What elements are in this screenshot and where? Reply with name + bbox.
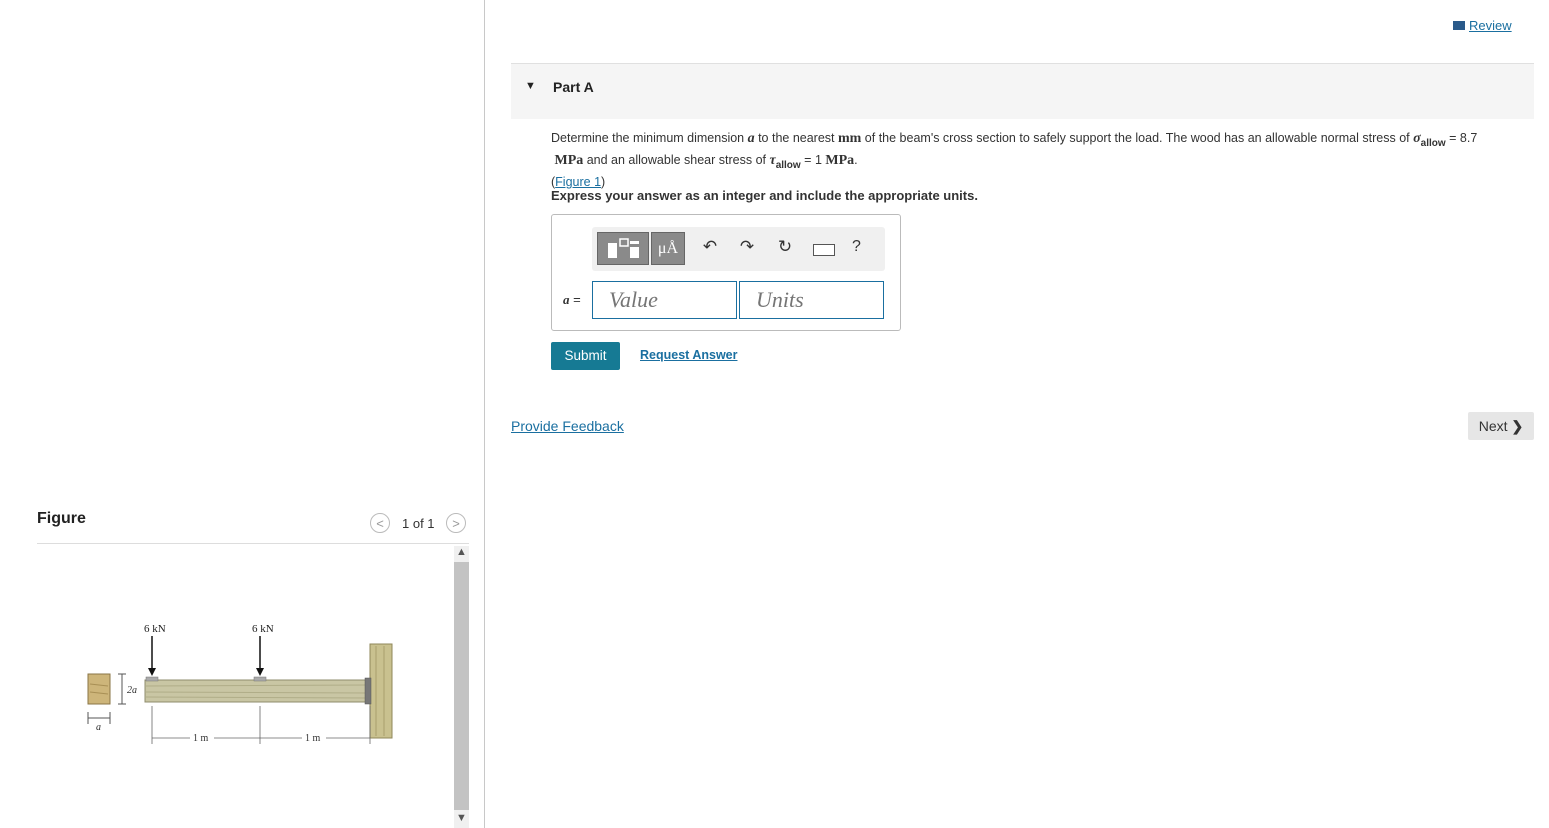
part-title: Part A [553,79,594,95]
figure-divider [37,543,469,544]
equals-sign: = [569,292,581,307]
span-1-label: 1 m [193,733,209,744]
chevron-right-icon: ❯ [1511,418,1524,434]
beam [144,679,371,703]
variable-a: a [747,131,755,146]
question-fragment: and an allowable shear stress of [583,153,770,167]
units-input[interactable] [739,281,884,319]
next-label: Next [1478,418,1508,434]
help-button[interactable]: ? [852,238,861,256]
figure-heading: Figure [37,510,86,527]
load-1-label: 6 kN [144,623,166,635]
answer-variable-label: a = [563,292,581,308]
question-text: Determine the minimum dimension a to the… [551,130,1531,190]
unit-mpa: MPa [825,153,855,168]
part-header[interactable] [511,64,1534,119]
width-label: a [96,722,101,733]
provide-feedback-link[interactable]: Provide Feedback [511,418,624,434]
figure-prev-button[interactable]: < [370,513,390,533]
unit-mpa: MPa [554,153,584,168]
question-fragment: to the nearest [754,131,838,145]
beam-figure: 2a a 6 kN 6 kN 1 m 1 m [87,623,393,744]
allow-subscript: allow [1420,138,1446,149]
figure-next-button[interactable]: > [446,513,466,533]
templates-button[interactable] [597,232,649,265]
question-fragment: . [854,153,858,167]
span-2-label: 1 m [305,733,321,744]
tau-value: = 1 [800,153,826,167]
figure-scrollbar-thumb[interactable] [454,562,469,810]
wall [369,643,393,739]
question-fragment: Determine the minimum dimension [551,131,748,145]
redo-icon[interactable]: ↷ [735,237,759,257]
figure-link[interactable]: Figure 1 [555,175,601,189]
scroll-down-arrow-icon[interactable]: ▼ [454,812,469,826]
request-answer-link[interactable]: Request Answer [640,348,737,362]
height-label: 2a [127,685,137,696]
scroll-up-arrow-icon[interactable]: ▲ [454,546,469,560]
keyboard-icon[interactable] [813,244,835,256]
triangle-down-icon[interactable]: ▼ [525,80,536,92]
pane-divider[interactable] [484,0,485,828]
book-icon [1453,21,1465,30]
value-input[interactable] [592,281,737,319]
undo-icon[interactable]: ↶ [698,237,722,257]
review-label: Review [1469,18,1512,33]
next-button[interactable]: Next ❯ [1468,412,1534,440]
templates-icon [608,238,639,258]
cross-section-block [87,673,111,705]
instruction-text: Express your answer as an integer and in… [551,188,978,203]
units-button[interactable]: μÅ [651,232,685,265]
paren: ) [601,175,606,189]
reset-icon[interactable]: ↻ [773,237,797,257]
load-2-label: 6 kN [252,623,274,635]
sigma-value: = 8.7 [1445,131,1478,145]
question-fragment: of the beam's cross section to safely su… [861,131,1414,145]
submit-button[interactable]: Submit [551,342,620,370]
sigma-symbol: σ [1413,131,1421,146]
allow-subscript: allow [775,160,801,171]
review-link[interactable]: Review [1453,18,1512,33]
figure-counter: 1 of 1 [402,516,435,531]
unit-mm: mm [838,131,862,146]
